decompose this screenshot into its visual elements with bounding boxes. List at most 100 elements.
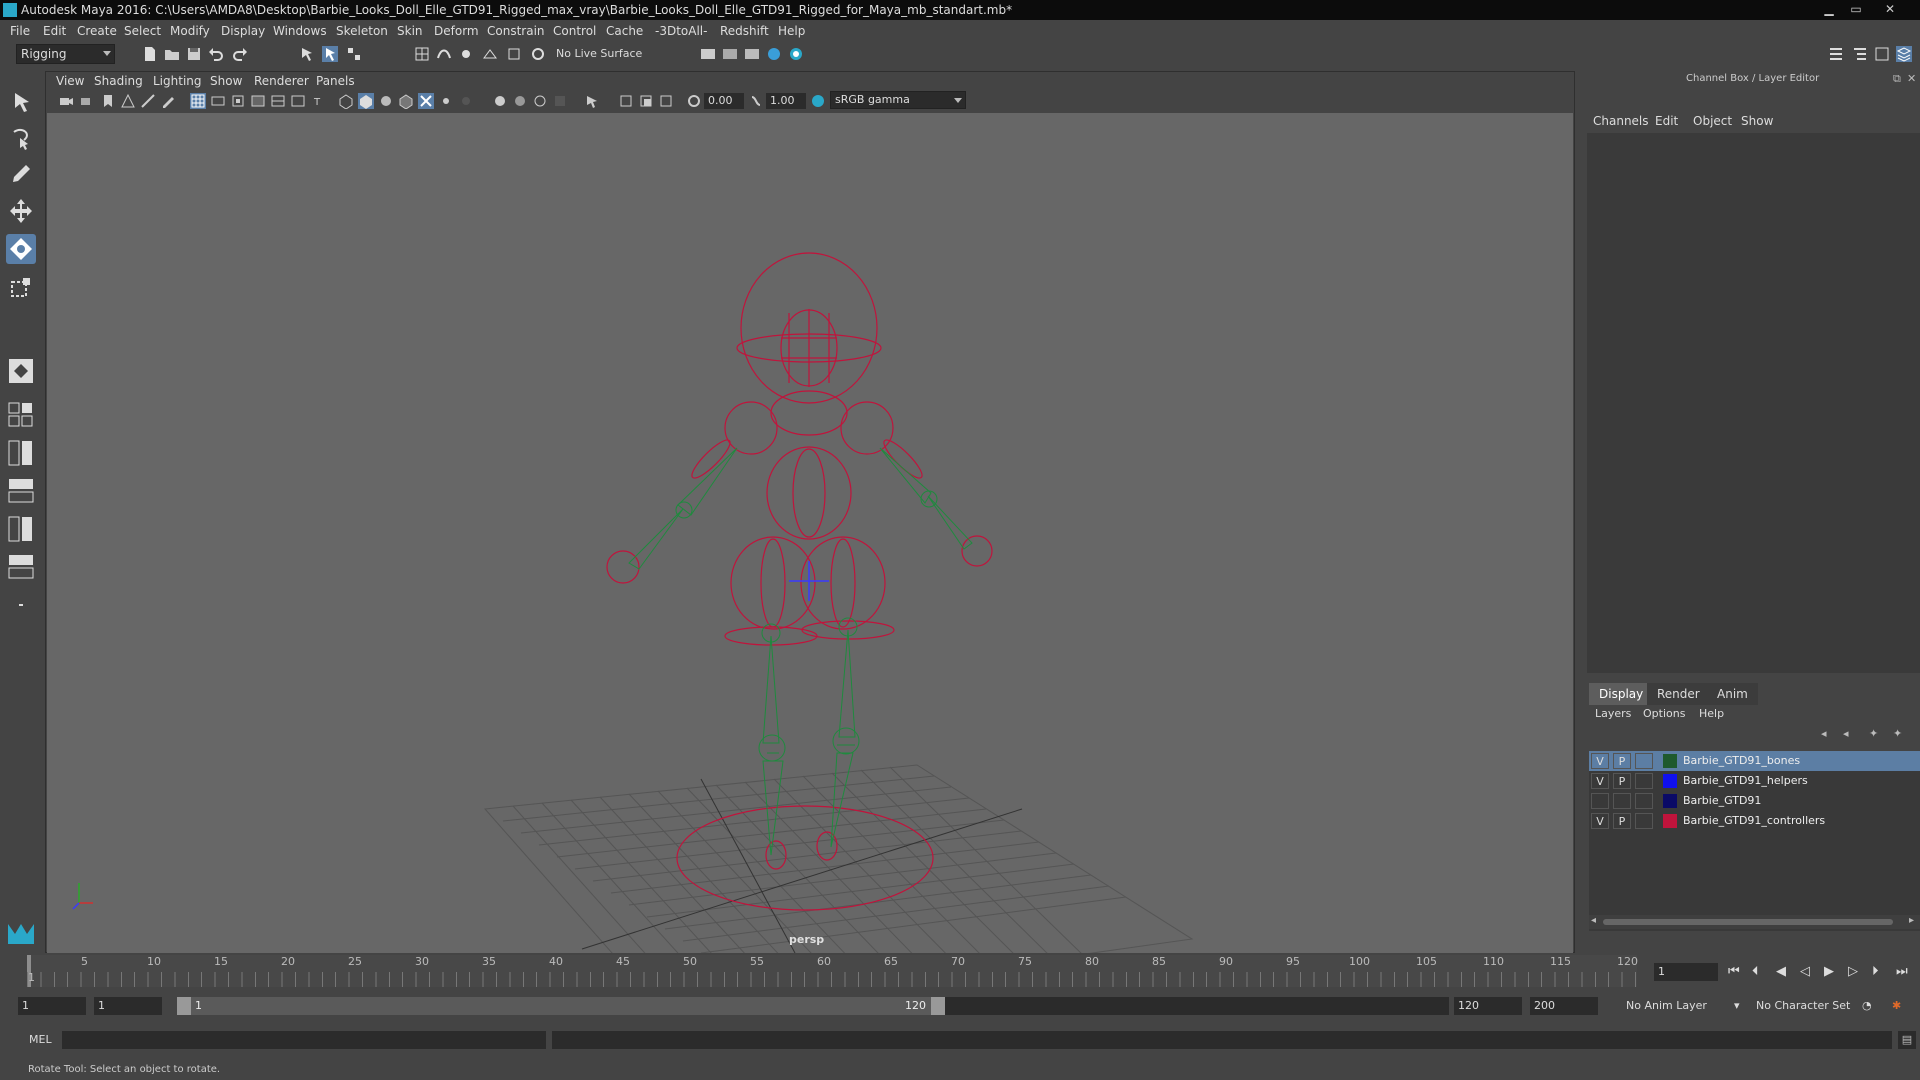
save-scene-icon[interactable] [186, 46, 202, 62]
playback-start-field[interactable]: 1 [94, 997, 162, 1015]
wireframe-on-shaded-icon[interactable] [398, 93, 414, 109]
time-slider[interactable]: 1 5 10 15 20 25 30 35 40 45 50 55 60 65 … [0, 955, 1920, 991]
panel-menu-panels[interactable]: Panels [316, 74, 355, 88]
panel-menu-show[interactable]: Show [210, 74, 242, 88]
layer-playback-toggle[interactable] [1613, 793, 1631, 809]
motion-blur-icon[interactable] [512, 93, 528, 109]
layer-playback-toggle[interactable]: P [1613, 773, 1631, 789]
play-backward-button[interactable]: ◁ [1800, 964, 1810, 979]
minimize-button[interactable]: ▁ [1818, 1, 1840, 18]
single-perspective-layout-icon[interactable] [6, 356, 36, 386]
layer-visibility-toggle[interactable]: V [1591, 773, 1609, 789]
smooth-shade-icon[interactable] [358, 93, 374, 109]
xray-active-components-icon[interactable] [638, 93, 654, 109]
render-settings-icon[interactable] [744, 46, 760, 62]
range-slider[interactable]: 1 120 [177, 997, 945, 1015]
layer-visibility-toggle[interactable]: V [1591, 753, 1609, 769]
camera-attributes-icon[interactable] [79, 93, 95, 109]
grease-pencil-icon[interactable] [160, 93, 176, 109]
step-back-frame-button[interactable]: ◀ [1776, 964, 1786, 979]
le-menu-help[interactable]: Help [1699, 707, 1724, 720]
layer-type-toggle[interactable] [1635, 773, 1653, 789]
command-input[interactable] [62, 1031, 546, 1049]
anim-layer-dropdown[interactable]: No Anim Layer [1626, 999, 1707, 1012]
menu-cache[interactable]: Cache [606, 24, 643, 38]
four-view-layout-icon[interactable] [6, 400, 36, 430]
tab-anim[interactable]: Anim [1707, 683, 1758, 705]
2d-pan-zoom-icon[interactable] [140, 93, 156, 109]
render-current-frame-icon[interactable] [700, 46, 716, 62]
live-surface-label[interactable]: No Live Surface [556, 47, 642, 60]
gamma-icon[interactable] [748, 93, 764, 109]
range-start-handle[interactable] [177, 997, 191, 1015]
layer-visibility-toggle[interactable]: V [1591, 813, 1609, 829]
panel-menu-renderer[interactable]: Renderer [254, 74, 309, 88]
range-end-handle[interactable] [931, 997, 945, 1015]
render-view-icon[interactable] [788, 46, 804, 62]
field-chart-icon[interactable] [270, 93, 286, 109]
xray-joints-icon[interactable] [618, 93, 634, 109]
panel-menu-lighting[interactable]: Lighting [153, 74, 202, 88]
attribute-editor-icon[interactable] [1852, 46, 1868, 62]
menu-modify[interactable]: Modify [170, 24, 210, 38]
playback-end-field[interactable]: 120 [1454, 997, 1522, 1015]
character-set-dropdown[interactable]: No Character Set [1756, 999, 1850, 1012]
move-layer-up-icon[interactable]: ◂ [1821, 727, 1827, 740]
menu-control[interactable]: Control [553, 24, 596, 38]
panel-menu-view[interactable]: View [56, 74, 84, 88]
menu-skin[interactable]: Skin [397, 24, 423, 38]
scroll-right-icon[interactable]: ▸ [1909, 915, 1914, 926]
snap-curve-icon[interactable] [436, 46, 452, 62]
step-forward-key-button[interactable]: ⏵ [1872, 964, 1879, 979]
animation-prefs-icon[interactable]: ✱ [1892, 999, 1901, 1012]
le-menu-layers[interactable]: Layers [1595, 707, 1631, 720]
shadows-icon[interactable] [458, 93, 474, 109]
new-scene-icon[interactable] [142, 46, 158, 62]
film-gate-icon[interactable] [210, 93, 226, 109]
time-ruler[interactable]: 1 5 10 15 20 25 30 35 40 45 50 55 60 65 … [27, 955, 1638, 987]
persp-graph-layout-icon[interactable] [6, 476, 36, 506]
animation-end-field[interactable]: 200 [1530, 997, 1598, 1015]
channel-list[interactable] [1587, 133, 1920, 673]
menu-constrain[interactable]: Constrain [487, 24, 545, 38]
menu-help[interactable]: Help [778, 24, 805, 38]
perspective-viewport[interactable]: persp [47, 113, 1573, 953]
grid-toggle-icon[interactable] [190, 93, 206, 109]
layer-list-scrollbar[interactable]: ◂ ▸ [1589, 915, 1920, 929]
cb-menu-show[interactable]: Show [1741, 114, 1773, 128]
layer-row[interactable]: V P Barbie_GTD91_controllers [1589, 811, 1920, 831]
snap-live-icon[interactable] [506, 46, 522, 62]
open-scene-icon[interactable] [164, 46, 180, 62]
screen-space-ao-icon[interactable] [492, 93, 508, 109]
safe-action-icon[interactable] [290, 93, 306, 109]
cb-menu-object[interactable]: Object [1693, 114, 1732, 128]
chevron-down-icon[interactable]: ▾ [1734, 999, 1740, 1012]
tab-render[interactable]: Render [1647, 683, 1710, 705]
depth-of-field-icon[interactable] [552, 93, 568, 109]
layer-type-toggle[interactable] [1635, 753, 1653, 769]
step-forward-frame-button[interactable]: ▷ [1848, 964, 1858, 979]
maximize-button[interactable]: ▭ [1845, 1, 1867, 18]
image-plane-icon[interactable] [120, 93, 136, 109]
select-component-icon[interactable] [346, 46, 362, 62]
scale-tool-icon[interactable] [6, 272, 36, 302]
snap-point-icon[interactable] [458, 46, 474, 62]
wireframe-icon[interactable] [338, 93, 354, 109]
lasso-tool-icon[interactable] [6, 124, 36, 154]
cb-menu-channels[interactable]: Channels [1593, 114, 1649, 128]
layer-playback-toggle[interactable]: P [1613, 753, 1631, 769]
layer-color-swatch[interactable] [1663, 754, 1677, 768]
close-panel-icon[interactable]: ✕ [1907, 72, 1916, 85]
tab-display[interactable]: Display [1589, 683, 1654, 705]
use-all-lights-icon[interactable] [438, 93, 454, 109]
bookmark-icon[interactable] [100, 93, 116, 109]
menu-skeleton[interactable]: Skeleton [336, 24, 388, 38]
modeling-toolkit-icon[interactable] [1828, 46, 1844, 62]
layer-color-swatch[interactable] [1663, 774, 1677, 788]
menu-redshift[interactable]: Redshift [720, 24, 769, 38]
le-menu-options[interactable]: Options [1643, 707, 1685, 720]
menu-windows[interactable]: Windows [273, 24, 327, 38]
new-empty-layer-icon[interactable]: ✦ [1869, 727, 1878, 740]
float-panel-icon[interactable]: ⧉ [1893, 72, 1901, 86]
ipr-render-icon[interactable] [722, 46, 738, 62]
